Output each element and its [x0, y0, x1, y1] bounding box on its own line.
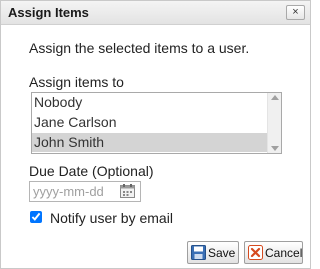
- dialog-titlebar[interactable]: Assign Items ×: [1, 1, 310, 25]
- assign-items-dialog: Assign Items × Assign the selected items…: [0, 0, 311, 269]
- list-item-nobody[interactable]: Nobody: [32, 93, 268, 112]
- save-icon: [191, 245, 206, 260]
- intro-text: Assign the selected items to a user.: [29, 40, 250, 56]
- dialog-title: Assign Items: [8, 5, 89, 20]
- notify-label: Notify user by email: [50, 210, 173, 226]
- due-date-label: Due Date (Optional): [29, 163, 154, 179]
- close-icon: ×: [292, 6, 299, 18]
- save-button[interactable]: Save: [187, 241, 239, 264]
- scroll-up-icon[interactable]: [271, 95, 279, 100]
- cancel-label: Cancel: [265, 246, 303, 260]
- assign-to-label: Assign items to: [29, 74, 124, 90]
- save-label: Save: [208, 246, 236, 260]
- notify-checkbox[interactable]: [30, 211, 42, 223]
- assign-to-listbox[interactable]: Nobody Jane Carlson John Smith: [31, 92, 282, 154]
- list-item-jane-carlson[interactable]: Jane Carlson: [32, 113, 268, 132]
- close-button[interactable]: ×: [286, 5, 305, 20]
- calendar-icon[interactable]: [120, 184, 135, 198]
- scroll-down-icon[interactable]: [271, 146, 279, 151]
- listbox-scrollbar[interactable]: [267, 93, 281, 153]
- cancel-button[interactable]: Cancel: [244, 241, 303, 264]
- cancel-icon: [248, 245, 263, 260]
- list-item-john-smith[interactable]: John Smith: [32, 133, 268, 152]
